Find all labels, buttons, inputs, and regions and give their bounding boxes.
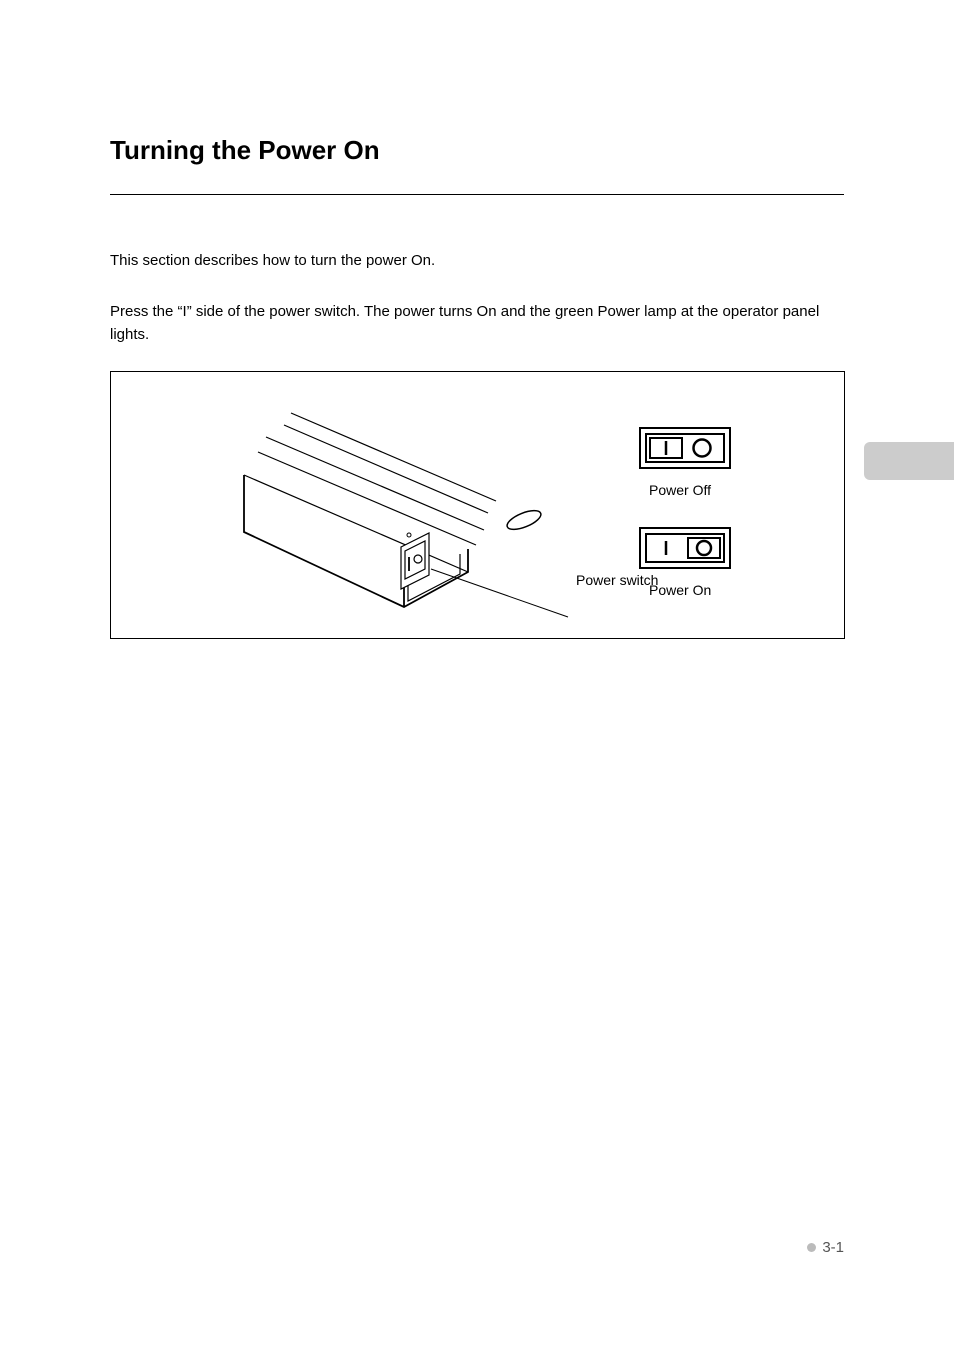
page-number: 3-1 (807, 1239, 844, 1256)
power-on-switch-icon (639, 527, 731, 569)
device-illustration (236, 407, 576, 627)
instruction-paragraph: Press the “I” side of the power switch. … (110, 301, 844, 346)
power-on-label: Power On (649, 582, 711, 598)
page-number-text: 3-1 (822, 1239, 844, 1256)
intro-paragraph: This section describes how to turn the p… (110, 250, 844, 271)
heading-underline (110, 194, 844, 195)
power-off-switch-icon (639, 427, 731, 469)
section-heading: Turning the Power On (110, 135, 844, 166)
power-switch-label: Power switch (576, 572, 658, 588)
page-bullet-icon (807, 1243, 816, 1252)
figure-container: Power switch Power Off Power On (110, 371, 845, 639)
power-off-label: Power Off (649, 482, 711, 498)
section-tab (864, 442, 954, 480)
